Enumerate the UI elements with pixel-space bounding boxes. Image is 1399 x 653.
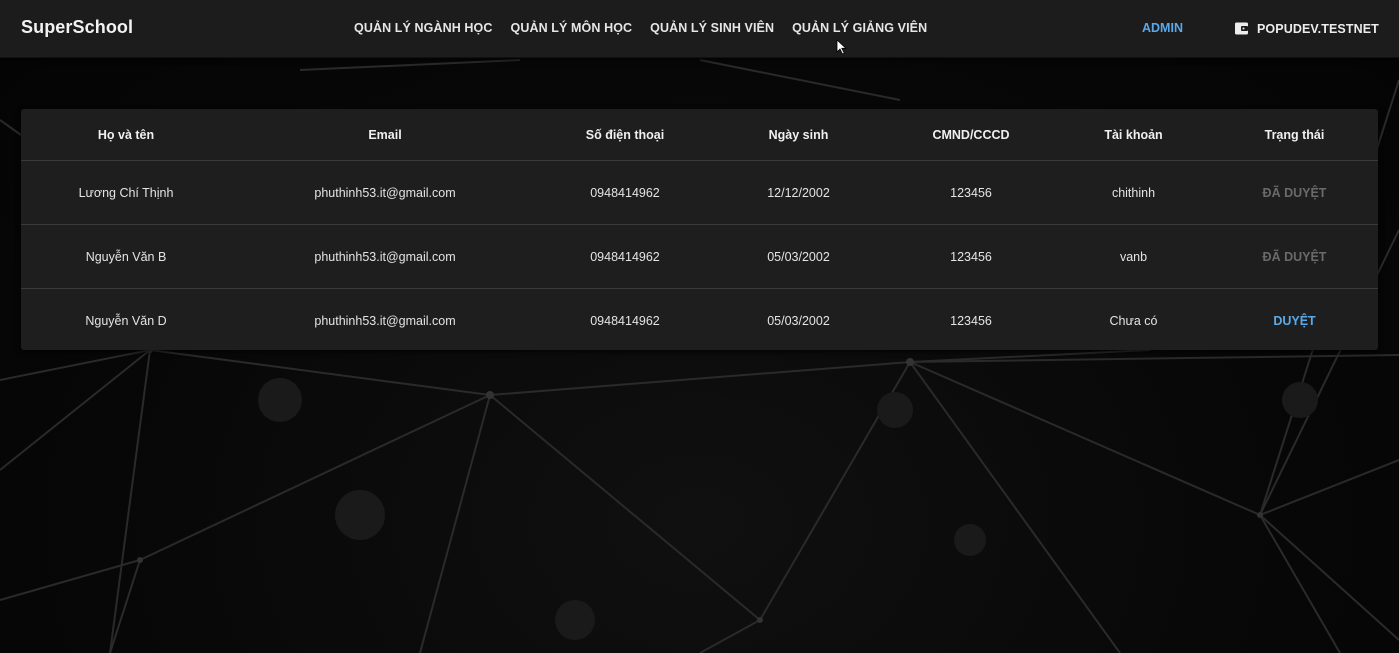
page: SuperSchool QUẢN LÝ NGÀNH HỌC QUẢN LÝ MÔ… [0,0,1399,653]
cell-dob: 05/03/2002 [767,313,830,328]
table-row: Nguyễn Văn B phuthinh53.it@gmail.com 094… [21,224,1378,289]
cell-email: phuthinh53.it@gmail.com [231,224,539,289]
column-header-name[interactable]: Họ và tên [21,109,231,161]
column-header-account[interactable]: Tài khoản [1056,109,1211,161]
cell-phone: 0948414962 [539,160,711,225]
admin-link[interactable]: ADMIN [1142,0,1183,57]
column-header-id-number[interactable]: CMND/CCCD [886,109,1056,161]
table-row: Lương Chí Thịnh phuthinh53.it@gmail.com … [21,160,1378,225]
nav-item-majors[interactable]: QUẢN LÝ NGÀNH HỌC [345,0,502,57]
table-row: Nguyễn Văn D phuthinh53.it@gmail.com 094… [21,289,1378,351]
cell-account: vanb [1056,224,1211,289]
approve-button[interactable]: DUYỆT [1273,314,1315,328]
account-button[interactable]: POPUDEV.TESTNET [1234,0,1379,57]
cell-phone: 0948414962 [539,224,711,289]
cell-id-number: 123456 [886,160,1056,225]
cell-phone: 0948414962 [590,313,660,328]
cell-email: phuthinh53.it@gmail.com [314,313,456,328]
nav-item-lecturers[interactable]: QUẢN LÝ GIẢNG VIÊN [783,0,936,57]
nav-item-students[interactable]: QUẢN LÝ SINH VIÊN [641,0,783,57]
cell-account: Chưa có [1109,313,1158,328]
nav-item-subjects[interactable]: QUẢN LÝ MÔN HỌC [502,0,642,57]
account-label: POPUDEV.TESTNET [1257,21,1379,36]
cell-id-number: 123456 [886,224,1056,289]
column-header-email[interactable]: Email [231,109,539,161]
mouse-cursor-icon [836,39,848,55]
approved-status-label: ĐÃ DUYỆT [1262,249,1327,264]
cell-dob: 05/03/2002 [711,224,886,289]
column-header-phone[interactable]: Số điện thoại [539,109,711,161]
lecturer-table-card: Họ và tên Email Số điện thoại Ngày sinh … [21,109,1378,350]
lecturer-table: Họ và tên Email Số điện thoại Ngày sinh … [21,109,1378,350]
cell-id-number: 123456 [950,313,992,328]
cell-status: DUYỆT [1211,289,1378,351]
top-app-bar: SuperSchool QUẢN LÝ NGÀNH HỌC QUẢN LÝ MÔ… [0,0,1399,58]
cell-status: ĐÃ DUYỆT [1211,160,1378,225]
column-header-dob[interactable]: Ngày sinh [711,109,886,161]
approved-status-label: ĐÃ DUYỆT [1262,185,1327,200]
cell-name: Nguyễn Văn B [21,224,231,289]
cell-dob: 12/12/2002 [711,160,886,225]
table-header-row: Họ và tên Email Số điện thoại Ngày sinh … [21,109,1378,161]
cell-name: Nguyễn Văn D [85,313,167,328]
brand-logo[interactable]: SuperSchool [21,17,133,38]
cell-status: ĐÃ DUYỆT [1211,224,1378,289]
column-header-status[interactable]: Trạng thái [1211,109,1378,161]
wallet-icon [1235,22,1248,35]
cell-name: Lương Chí Thịnh [21,160,231,225]
cell-account: chithinh [1056,160,1211,225]
cell-email: phuthinh53.it@gmail.com [231,160,539,225]
